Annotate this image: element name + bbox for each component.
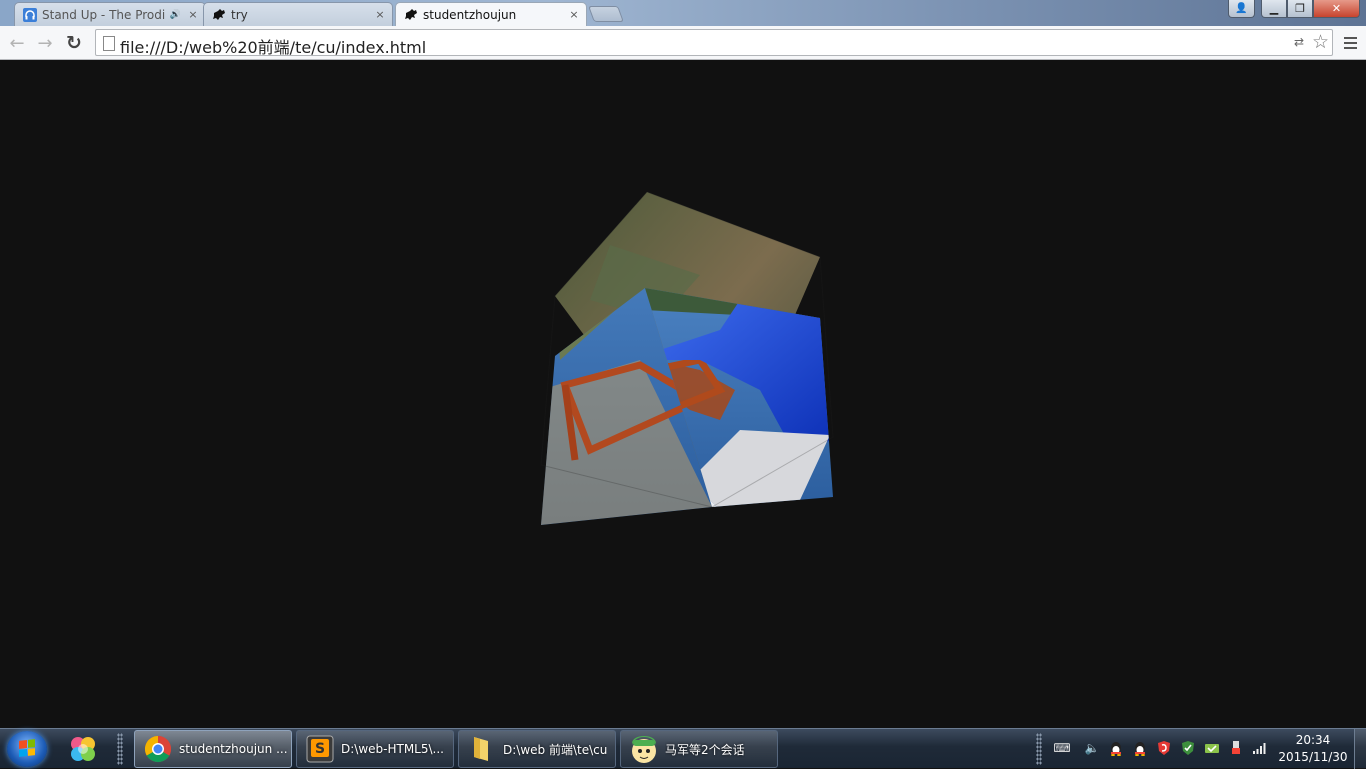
close-window-button[interactable]: ✕: [1313, 0, 1360, 18]
tab-stand-up[interactable]: Stand Up - The Prodi 🔊 ×: [14, 2, 206, 26]
show-desktop-button[interactable]: [1354, 729, 1366, 769]
red-shield-icon[interactable]: [1156, 740, 1172, 756]
address-bar[interactable]: file:///D:/web%20前端/te/cu/index.html ⇄ ☆: [95, 29, 1333, 58]
windows-taskbar: studentzhoujun ... S D:\web-HTML5\... D:…: [0, 728, 1366, 769]
windows-logo-icon: [19, 739, 35, 757]
folder-icon: [467, 734, 497, 764]
start-button[interactable]: [7, 731, 47, 767]
puzzle-icon: [212, 8, 226, 22]
taskbar-item-chrome[interactable]: studentzhoujun ...: [134, 730, 292, 768]
taskbar-item-label: studentzhoujun ...: [179, 742, 288, 756]
chrome-menu-button[interactable]: [1340, 32, 1360, 54]
signal-icon[interactable]: [1252, 740, 1268, 756]
sublime-text-icon: S: [305, 734, 335, 764]
back-button[interactable]: ←: [6, 32, 28, 54]
taskbar-item-explorer[interactable]: D:\web 前端\te\cu: [458, 730, 616, 768]
rotating-photo-cube: [540, 191, 834, 525]
minimize-button[interactable]: ▁: [1261, 0, 1287, 18]
qq-chat-icon: [629, 734, 659, 764]
volume-icon[interactable]: 🔈: [1084, 740, 1100, 756]
tab-title: studentzhoujun: [423, 7, 517, 22]
taskbar-item-qq-chat[interactable]: 马军等2个会话: [620, 730, 778, 768]
chrome-icon: [143, 734, 173, 764]
clock-date: 2015/11/30: [1278, 750, 1348, 764]
window-controls: 👤 ▁ ❐ ✕: [1228, 0, 1360, 18]
security-icon[interactable]: [1180, 740, 1196, 756]
qq-penguin-icon[interactable]: [1132, 740, 1148, 756]
url-text[interactable]: file:///D:/web%20前端/te/cu/index.html: [120, 34, 426, 58]
clock-time: 20:34: [1295, 733, 1331, 747]
network-icon[interactable]: [1204, 740, 1220, 756]
new-tab-button[interactable]: [588, 6, 624, 22]
tab-close-button[interactable]: ×: [374, 8, 386, 21]
taskbar-item-label: D:\web 前端\te\cu: [503, 742, 608, 757]
page-icon: [103, 36, 115, 51]
bookmark-star-icon[interactable]: ☆: [1312, 31, 1329, 53]
taskbar-grip[interactable]: [117, 733, 123, 765]
headphones-icon: [23, 7, 37, 22]
taskbar-item-sublime[interactable]: S D:\web-HTML5\...: [296, 730, 454, 768]
keyboard-icon[interactable]: ⌨: [1053, 740, 1070, 756]
taskbar-item-label: D:\web-HTML5\...: [341, 742, 444, 756]
pinned-app-icon[interactable]: [68, 734, 98, 764]
tab-studentzhoujun[interactable]: studentzhoujun ×: [395, 2, 587, 26]
user-profile-button[interactable]: 👤: [1228, 0, 1255, 18]
translate-icon[interactable]: ⇄: [1294, 35, 1304, 49]
reload-button[interactable]: ↻: [63, 32, 85, 54]
browser-tab-strip: Stand Up - The Prodi 🔊 × try × studentzh…: [0, 0, 1366, 26]
tab-try[interactable]: try ×: [203, 2, 393, 26]
svg-text:S: S: [315, 741, 325, 757]
page-content: [0, 60, 1366, 728]
forward-button[interactable]: →: [34, 32, 56, 54]
speaker-icon[interactable]: 🔊: [170, 10, 181, 20]
system-clock[interactable]: 20:34 2015/11/30: [1278, 732, 1348, 766]
maximize-button[interactable]: ❐: [1287, 0, 1313, 18]
tab-title: try: [231, 7, 248, 22]
qq-penguin-icon[interactable]: [1108, 740, 1124, 756]
usb-icon[interactable]: [1228, 740, 1244, 756]
tab-close-button[interactable]: ×: [187, 8, 199, 21]
browser-toolbar: ← → ↻ file:///D:/web%20前端/te/cu/index.ht…: [0, 26, 1366, 60]
tab-close-button[interactable]: ×: [568, 8, 580, 21]
puzzle-icon: [404, 8, 418, 22]
tab-title: Stand Up - The Prodi: [42, 7, 166, 22]
taskbar-item-label: 马军等2个会话: [665, 742, 745, 757]
